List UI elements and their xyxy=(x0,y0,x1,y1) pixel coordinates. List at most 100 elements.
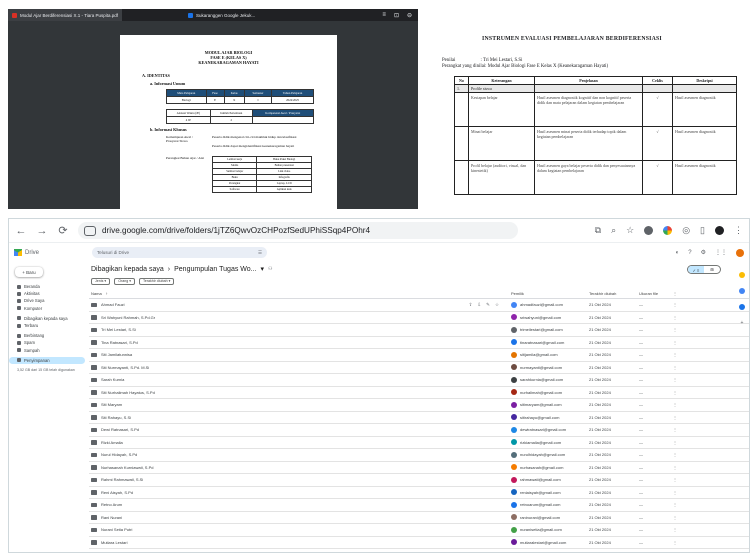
row-more-icon[interactable]: ⋮ xyxy=(669,415,681,420)
share-icon[interactable]: ⇪ xyxy=(469,302,473,308)
filter-type[interactable]: Jenis ▾ xyxy=(91,277,111,285)
settings-icon[interactable]: ⚙ xyxy=(701,249,706,256)
row-more-icon[interactable]: ⋮ xyxy=(669,327,681,332)
row-more-icon[interactable]: ⋮ xyxy=(669,490,681,495)
calendar-icon[interactable] xyxy=(739,272,745,278)
download-icon[interactable]: ⇩ xyxy=(477,302,481,308)
row-more-icon[interactable]: ⋮ xyxy=(669,477,681,482)
help-icon[interactable]: ? xyxy=(688,250,691,256)
row-more-icon[interactable]: ⋮ xyxy=(669,352,681,357)
file-row[interactable]: Retno Arum retnoarum@gmail.com 21 Okt 2024… xyxy=(89,499,749,512)
file-row[interactable]: Tina Ratnasari, S.Pd tinaratnasari@gmail.… xyxy=(89,337,749,349)
search-options-icon[interactable]: ☰ xyxy=(258,250,262,256)
file-row[interactable]: Maulidyamaulidya@gmail.com21 Okt 2024—⋮ xyxy=(89,549,749,552)
file-row[interactable]: Siti Nurhalimah Hayatus, S.Pd nurhalimah@… xyxy=(89,387,749,399)
file-row[interactable]: Rani Nurani raninurani@gmail.com 21 Okt 20… xyxy=(89,512,749,524)
people-icon[interactable]: ⚇ xyxy=(268,266,272,272)
grid-view-icon[interactable]: ⊞ xyxy=(704,267,720,272)
cast-icon[interactable]: ⧉ xyxy=(595,225,601,236)
filter-modified[interactable]: Terakhir diubah ▾ xyxy=(139,277,175,285)
extension-icon[interactable] xyxy=(644,226,654,235)
star-icon[interactable]: ☆ xyxy=(495,302,499,308)
drive-logo[interactable]: Drive xyxy=(14,249,86,256)
file-row[interactable]: Rizki Amalia rizkiamalia@gmail.com 21 Okt … xyxy=(89,437,749,449)
row-more-icon[interactable]: ⋮ xyxy=(669,465,681,470)
file-row[interactable]: Nurhasanah Kurniawati, S.Pd nurhasanah@gm… xyxy=(89,462,749,474)
add-addon-icon[interactable]: + xyxy=(741,320,744,326)
sidebar-item[interactable]: Dibagikan kepada saya xyxy=(9,315,89,322)
fit-page-icon[interactable]: ⊡ xyxy=(394,12,399,19)
column-more-icon[interactable]: ⋮ xyxy=(669,291,681,296)
back-button[interactable]: ← xyxy=(15,225,27,237)
kebab-menu-icon[interactable]: ⋮ xyxy=(734,225,743,236)
new-button[interactable]: + Baru xyxy=(15,267,43,277)
row-more-icon[interactable]: ⋮ xyxy=(669,515,681,520)
sidebar-item[interactable]: Sampah xyxy=(9,347,89,354)
column-modified[interactable]: Terakhir diubah xyxy=(589,291,639,296)
row-more-icon[interactable]: ⋮ xyxy=(669,390,681,395)
column-owner[interactable]: Pemilik xyxy=(511,291,589,296)
file-row[interactable]: Ahmad Fauzi ⇪ ⇩ ✎ ☆ ahmadfauzi@gmail.com 21 Ok… xyxy=(89,299,749,312)
row-more-icon[interactable]: ⋮ xyxy=(669,540,681,545)
column-size[interactable]: Ukuran file xyxy=(639,291,669,296)
sidebar-item[interactable]: Beranda xyxy=(9,283,89,290)
file-row[interactable]: Siti Nurmayanti, S.Pd. M.Si nurmayanti@gm… xyxy=(89,362,749,374)
address-bar[interactable]: drive.google.com/drive/folders/1jTZ6QwvO… xyxy=(78,222,518,239)
file-row[interactable]: Siti Jamilatunnisa sitijamila@gmail.com 21… xyxy=(89,349,749,362)
file-row[interactable]: Mutiara Lestari mutiaralestari@gmail.com 2… xyxy=(89,537,749,549)
pdf-tab-modul[interactable]: Modul Ajar Berdiferensiasi X.1 - Tiara P… xyxy=(8,9,123,21)
filter-people[interactable]: Orang ▾ xyxy=(114,277,135,285)
column-name[interactable]: Nama ↑ xyxy=(89,291,511,296)
row-more-icon[interactable]: ⋮ xyxy=(669,365,681,370)
sidebar-item[interactable]: Berbintang xyxy=(9,332,89,339)
file-row[interactable]: Sarah Kurnia sarahkurnia@gmail.com 21 Okt … xyxy=(89,374,749,387)
zoom-out-icon[interactable]: ⊖ xyxy=(407,12,412,19)
apps-grid-icon[interactable]: ⋮⋮ xyxy=(715,249,727,256)
row-more-icon[interactable]: ⋮ xyxy=(669,440,681,445)
sidebar-item[interactable]: Komputer xyxy=(9,305,89,312)
row-more-icon[interactable]: ⋮ xyxy=(669,502,681,507)
breadcrumb-root[interactable]: Dibagikan kepada saya xyxy=(91,266,164,273)
sidebar-item[interactable]: Spam xyxy=(9,339,89,346)
site-info-icon[interactable] xyxy=(84,225,96,236)
file-row[interactable]: Nurul Hidayah, S.Pd nurulhidayah@gmail.co… xyxy=(89,449,749,462)
zoom-icon[interactable]: ⌕ xyxy=(611,225,616,236)
view-toggle[interactable]: ✓ ≡ ⊞ xyxy=(687,265,721,274)
tasks-icon[interactable] xyxy=(739,304,745,310)
offline-status-icon[interactable]: ◐ xyxy=(676,250,680,256)
file-row[interactable]: Rahmi Rahmawati, S.Si rahmawati@gmail.com… xyxy=(89,474,749,487)
keep-icon[interactable] xyxy=(739,288,745,294)
row-more-icon[interactable]: ⋮ xyxy=(669,302,681,307)
bookmark-star-icon[interactable]: ☆ xyxy=(626,225,634,236)
sidebar-item[interactable]: Penyimpanan xyxy=(9,356,85,364)
breadcrumb-current[interactable]: Pengumpulan Tugas Wo... xyxy=(174,266,256,273)
file-row[interactable]: Tri Mei Lestari, S.Si trimeilestari@gmail… xyxy=(89,324,749,337)
breadcrumb-caret[interactable]: ▾ xyxy=(261,265,265,273)
file-row[interactable]: Dewi Ratnasari, S.Pd dewiratnasari@gmail.… xyxy=(89,424,749,437)
sidebar-item[interactable]: Aktivitas xyxy=(9,290,89,297)
account-avatar[interactable] xyxy=(736,248,744,257)
row-more-icon[interactable]: ⋮ xyxy=(669,377,681,382)
camera-icon[interactable]: ◎ xyxy=(682,225,690,236)
file-row[interactable]: Siti Rahayu, S.Si sitirahayu@gmail.com 21 … xyxy=(89,412,749,424)
row-more-icon[interactable]: ⋮ xyxy=(669,315,681,320)
reload-button[interactable]: ⟳ xyxy=(57,224,69,237)
file-row[interactable]: Reni Aisyah, S.Pd reniaisyah@gmail.com 21 … xyxy=(89,487,749,499)
sidebar-item[interactable]: Terbaru xyxy=(9,322,89,329)
rename-icon[interactable]: ✎ xyxy=(486,302,490,308)
profile-avatar[interactable] xyxy=(715,226,724,235)
sort-arrow-icon[interactable]: ↑ xyxy=(106,291,108,296)
drive-search-input[interactable]: Telusuri di Drive ☰ xyxy=(92,247,267,258)
list-view-icon[interactable]: ✓ ≡ xyxy=(688,266,704,273)
row-more-icon[interactable]: ⋮ xyxy=(669,402,681,407)
row-more-icon[interactable]: ⋮ xyxy=(669,340,681,345)
sidebar-item[interactable]: Drive Saya xyxy=(9,297,89,304)
menu-icon[interactable]: ≡ xyxy=(382,12,386,18)
google-extension-icon[interactable] xyxy=(663,226,673,235)
file-row[interactable]: Siti Maryam sitimaryam@gmail.com 21 Okt 20… xyxy=(89,399,749,412)
pdf-tab-second[interactable]: Sukaranggen Google Jekuk... xyxy=(184,9,272,21)
file-row[interactable]: Nurani Setia Putri nuranisetia@gmail.com 2… xyxy=(89,524,749,537)
file-row[interactable]: Sri Wahyuni Rahmah, S.Pd.Gr sriwahyuni@gm… xyxy=(89,312,749,324)
sidepanel-icon[interactable]: ▯ xyxy=(700,225,705,236)
row-more-icon[interactable]: ⋮ xyxy=(669,427,681,432)
